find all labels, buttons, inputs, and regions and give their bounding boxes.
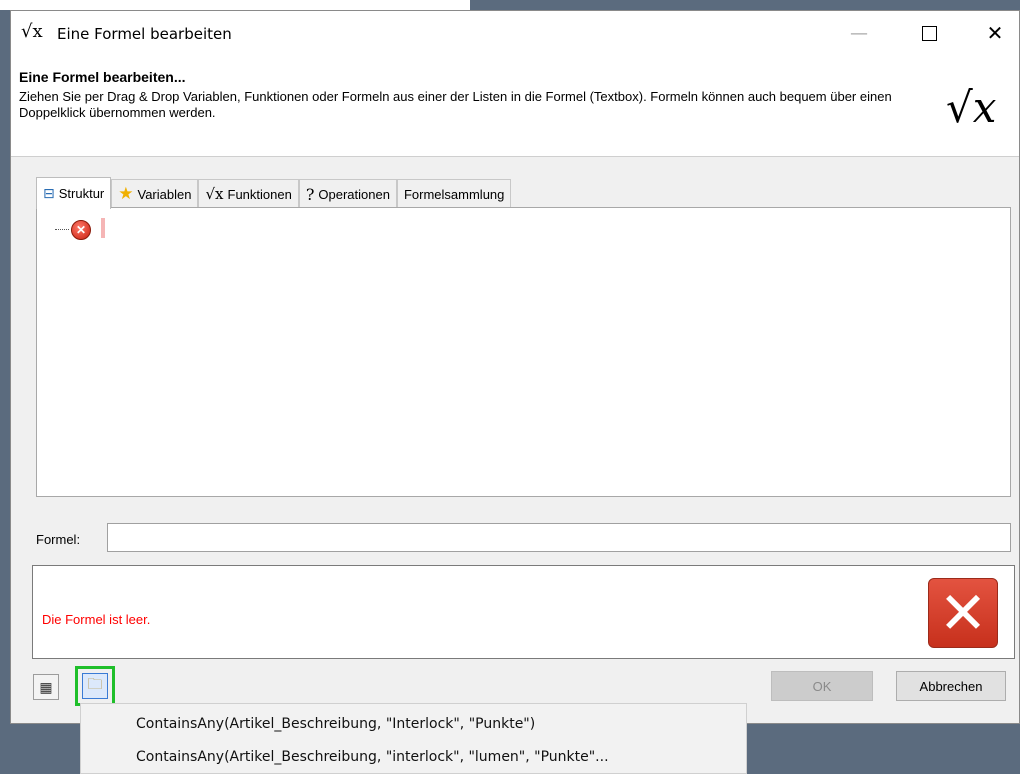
tab-label: Operationen (318, 186, 390, 202)
sqrt-logo-icon: √x (946, 83, 997, 132)
sqrt-icon: √x (205, 185, 224, 203)
error-x-icon: ✕ (928, 578, 998, 648)
preview-grid-button[interactable]: ▦ (33, 674, 59, 700)
tab-operationen[interactable]: ? Operationen (298, 179, 397, 208)
tab-bar: ⊟ Struktur ★ Variablen √x Funktionen ? O… (36, 177, 512, 209)
formula-input[interactable] (107, 523, 1011, 552)
tree-node-placeholder[interactable] (101, 218, 105, 238)
question-icon: ? (305, 184, 315, 204)
recent-formulas-menu: ContainsAny(Artikel_Beschreibung, "Inter… (80, 703, 747, 774)
validation-message: Die Formel ist leer. (42, 612, 151, 627)
menu-item[interactable]: ContainsAny(Artikel_Beschreibung, "inter… (81, 740, 746, 773)
header-title: Eine Formel bearbeiten... (19, 69, 186, 85)
tab-label: Struktur (58, 186, 105, 201)
tree-connector (55, 229, 69, 230)
tab-label: Funktionen (227, 186, 292, 202)
menu-item[interactable]: ContainsAny(Artikel_Beschreibung, "Inter… (81, 707, 746, 740)
table-search-icon: ▦ (39, 678, 53, 695)
window-title: Eine Formel bearbeiten (57, 25, 232, 43)
dialog-header: Eine Formel bearbeiten... Ziehen Sie per… (11, 55, 1019, 157)
tab-label: Variablen (137, 186, 192, 202)
structure-icon: ⊟ (43, 185, 55, 202)
tab-formelsammlung[interactable]: Formelsammlung (396, 179, 512, 208)
tab-label: Formelsammlung (403, 186, 505, 202)
tab-struktur[interactable]: ⊟ Struktur (36, 177, 112, 209)
title-bar: √x Eine Formel bearbeiten — ✕ (11, 11, 1019, 55)
folder-clock-icon: 🗀 (82, 673, 108, 699)
maximize-icon (921, 25, 937, 41)
star-icon: ★ (118, 184, 134, 203)
close-button[interactable]: ✕ (975, 19, 1015, 47)
menu-item-label: ContainsAny(Artikel_Beschreibung, "Inter… (136, 715, 536, 732)
background-window (0, 0, 470, 10)
validation-message-panel: Die Formel ist leer. ✕ (32, 565, 1015, 659)
sqrt-icon: √x (21, 21, 43, 42)
ok-button[interactable]: OK (771, 671, 873, 701)
structure-tree-panel[interactable]: ✕ (36, 207, 1011, 497)
formula-editor-dialog: √x Eine Formel bearbeiten — ✕ Eine Forme… (10, 10, 1020, 724)
cancel-button[interactable]: Abbrechen (896, 671, 1006, 701)
tab-variablen[interactable]: ★ Variablen (111, 179, 199, 208)
menu-item-label: ContainsAny(Artikel_Beschreibung, "inter… (136, 748, 609, 765)
formula-label: Formel: (36, 532, 81, 547)
minimize-button[interactable]: — (839, 19, 879, 47)
tab-funktionen[interactable]: √x Funktionen (198, 179, 299, 208)
maximize-button[interactable] (909, 19, 949, 47)
load-formula-button[interactable]: 🗀 (75, 666, 115, 706)
error-node-icon[interactable]: ✕ (71, 220, 91, 240)
header-description: Ziehen Sie per Drag & Drop Variablen, Fu… (19, 89, 892, 120)
